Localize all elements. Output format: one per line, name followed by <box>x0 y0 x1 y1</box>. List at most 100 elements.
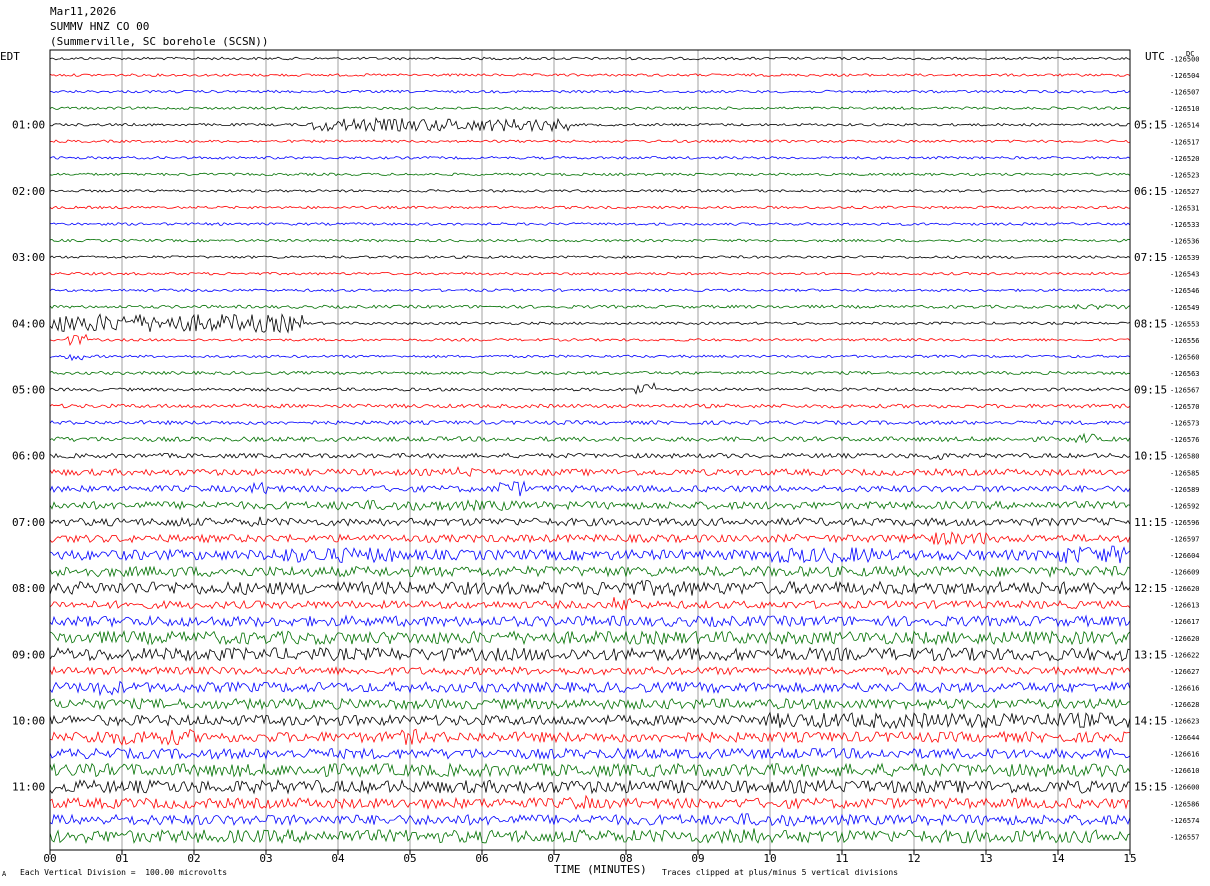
dc-offset-label: -126596 <box>1170 519 1200 527</box>
x-tick-label: 10 <box>763 852 776 865</box>
trace-row <box>49 665 1131 677</box>
scale-note: Each Vertical Division = 100.00 microvol… <box>20 868 228 877</box>
left-hour-label: 03:00 <box>12 251 45 264</box>
dc-offset-label: -126549 <box>1170 304 1200 312</box>
dc-offset-label: -126604 <box>1170 552 1200 560</box>
dc-offset-label: -126520 <box>1170 155 1200 163</box>
helicorder-plot: 00 01 02 03 04 05 06 07 08 09 10 11 12 13 14 15 01:0002… <box>12 49 1200 865</box>
left-hour-label: 01:00 <box>12 119 45 132</box>
trace-row <box>49 499 1131 512</box>
dc-offset-label: -126610 <box>1170 767 1200 775</box>
dc-offset-label: -126533 <box>1170 221 1200 229</box>
trace-row <box>49 117 1131 133</box>
corner-mark: A <box>2 870 7 878</box>
trace-row <box>49 353 1131 362</box>
x-axis-title: TIME (MINUTES) <box>554 863 647 876</box>
dc-offset-labels: -126500 -126504 -126507 -126510 -126514 -1265… <box>1170 56 1200 842</box>
trace-row <box>49 828 1131 845</box>
dc-offset-label: -126560 <box>1170 353 1200 361</box>
trace-row <box>49 106 1131 110</box>
right-hour-label: 09:15 <box>1134 384 1167 397</box>
dc-offset-label: -126617 <box>1170 618 1200 626</box>
trace-row <box>49 89 1131 94</box>
left-hour-label: 06:00 <box>12 450 45 463</box>
dc-offset-label: -126507 <box>1170 89 1200 97</box>
dc-offset-label: -126609 <box>1170 569 1200 577</box>
left-hour-labels: 01:00 02:00 03:00 04:00 05:00 06:00 07:00 08:00… <box>12 119 45 794</box>
dc-offset-label: -126523 <box>1170 171 1200 179</box>
trace-row <box>49 516 1131 528</box>
trace-row <box>49 419 1131 426</box>
trace-row <box>49 565 1131 578</box>
trace-row <box>49 333 1131 346</box>
dc-offset-label: -126573 <box>1170 420 1200 428</box>
x-tick-label: 06 <box>475 852 488 865</box>
dc-offset-label: -126586 <box>1170 800 1200 808</box>
trace-row <box>49 56 1131 61</box>
x-tick-label: 03 <box>259 852 272 865</box>
left-hour-label: 02:00 <box>12 185 45 198</box>
minute-gridlines <box>121 50 1059 850</box>
trace-row <box>49 545 1131 564</box>
right-hour-label: 12:15 <box>1134 582 1167 595</box>
dc-offset-label: -126616 <box>1170 751 1200 759</box>
trace-row <box>49 812 1131 827</box>
x-tick-label: 11 <box>835 852 848 865</box>
right-hour-labels: 05:15 06:15 07:15 08:15 09:15 10:15 11:15 12:15… <box>1134 119 1167 794</box>
x-tick-label: 13 <box>979 852 992 865</box>
dc-offset-label: -126539 <box>1170 254 1200 262</box>
trace-row <box>49 313 1131 334</box>
trace-row <box>49 531 1131 546</box>
dc-offset-label: -126627 <box>1170 668 1200 676</box>
dc-offset-label: -126531 <box>1170 204 1200 212</box>
trace-row <box>49 762 1131 778</box>
dc-offset-label: -126574 <box>1170 817 1200 825</box>
trace-row <box>49 155 1131 160</box>
x-tick-label: 00 <box>43 852 56 865</box>
trace-row <box>49 432 1131 444</box>
dc-offset-label: -126580 <box>1170 453 1200 461</box>
x-tick-label: 15 <box>1123 852 1136 865</box>
trace-row <box>49 728 1131 746</box>
dc-offset-label: -126514 <box>1170 122 1200 130</box>
x-tick-label: 12 <box>907 852 920 865</box>
x-tick-label: 09 <box>691 852 704 865</box>
right-hour-label: 05:15 <box>1134 119 1167 132</box>
trace-row <box>49 480 1131 497</box>
trace-row <box>49 222 1131 226</box>
right-hour-label: 06:15 <box>1134 185 1167 198</box>
dc-offset-label: -126620 <box>1170 635 1200 643</box>
dc-offset-label: -126616 <box>1170 684 1200 692</box>
plot-frame <box>49 49 1131 851</box>
dc-offset-label: -126504 <box>1170 72 1200 80</box>
dc-offset-label: -126597 <box>1170 535 1200 543</box>
dc-offset-label: -126613 <box>1170 602 1200 610</box>
trace-row <box>49 303 1131 310</box>
dc-offset-label: -126623 <box>1170 718 1200 726</box>
dc-offset-label: -126589 <box>1170 486 1200 494</box>
x-tick-label: 02 <box>187 852 200 865</box>
clip-note: Traces clipped at plus/minus 5 vertical … <box>662 868 899 877</box>
trace-row <box>49 172 1131 177</box>
left-hour-label: 09:00 <box>12 648 45 661</box>
trace-row <box>49 794 1131 810</box>
trace-row <box>49 205 1130 210</box>
dc-offset-label: -126536 <box>1170 238 1200 246</box>
trace-row <box>49 629 1131 646</box>
dc-offset-label: -126500 <box>1170 56 1200 64</box>
dc-offset-label: -126567 <box>1170 387 1200 395</box>
dc-offset-label: -126620 <box>1170 585 1200 593</box>
trace-row <box>49 271 1131 276</box>
dc-offset-label: -126557 <box>1170 833 1200 841</box>
trace-row <box>49 778 1131 795</box>
trace-row <box>49 370 1131 376</box>
left-hour-label: 08:00 <box>12 582 45 595</box>
trace-row <box>49 403 1131 409</box>
dc-offset-label: -126510 <box>1170 105 1200 113</box>
trace-row <box>49 646 1131 662</box>
trace-row <box>49 466 1131 477</box>
trace-row <box>49 747 1131 761</box>
left-hour-label: 04:00 <box>12 317 45 330</box>
dc-offset-label: -126546 <box>1170 287 1200 295</box>
right-hour-label: 14:15 <box>1134 715 1167 728</box>
